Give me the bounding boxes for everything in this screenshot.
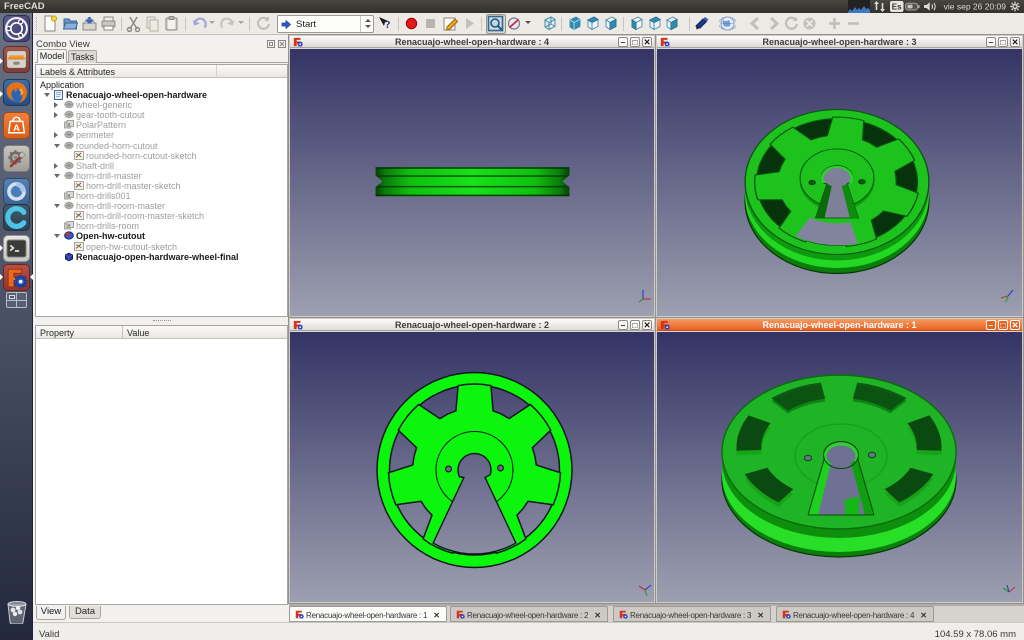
svg-text:A: A [13,123,20,133]
svg-text:?: ? [385,19,391,31]
svg-text:Es: Es [892,3,902,12]
svg-text:vie sep 26 20:09: vie sep 26 20:09 [944,2,1007,12]
